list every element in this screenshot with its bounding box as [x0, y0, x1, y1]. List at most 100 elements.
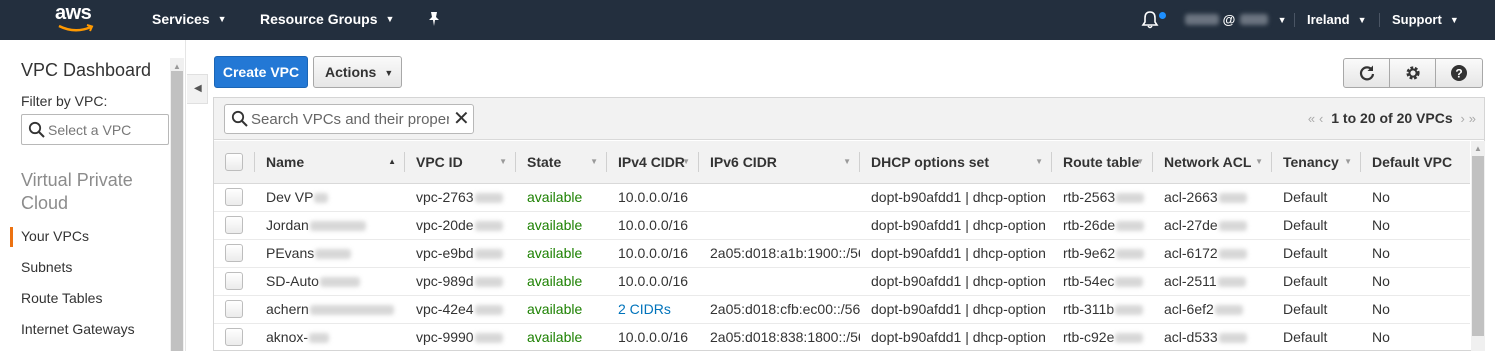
cell-name: aknox- — [255, 323, 405, 351]
cell-name: SD-Auto — [255, 267, 405, 296]
scroll-up-icon[interactable]: ▲ — [173, 62, 181, 71]
vpc-filter-select[interactable]: Select a VPC — [21, 114, 169, 145]
column-header-name[interactable]: Name ▲ — [255, 141, 405, 184]
vpc-name: Jordan — [266, 217, 309, 233]
sort-icon[interactable]: ▼ — [1255, 157, 1263, 166]
cell-tenancy: Default — [1272, 323, 1361, 351]
sort-icon[interactable]: ▼ — [843, 157, 851, 166]
cell-ipv6-cidr: 2a05:d018:cfb:ec00::/56 — [699, 295, 860, 324]
cell-network-acl: acl-2511 — [1153, 267, 1272, 296]
redacted-text — [474, 249, 503, 259]
settings-button[interactable] — [1390, 59, 1436, 87]
sidebar-item-route-tables[interactable]: Route Tables — [21, 290, 102, 306]
cell-default-vpc: No — [1361, 239, 1470, 268]
table-row[interactable]: PEvans vpc-e9bd available 10.0.0.0/16 2a… — [214, 239, 1470, 268]
grid-scroll-thumb[interactable] — [1472, 156, 1484, 336]
nav-divider — [1294, 13, 1295, 27]
column-header-dhcp-options[interactable]: DHCP options set ▼ — [860, 141, 1052, 184]
cell-dhcp-options: dopt-b90afdd1 | dhcp-option — [860, 211, 1052, 240]
cell-ipv4-cidr: 10.0.0.0/16 — [607, 211, 699, 240]
next-page-icon[interactable]: › — [1461, 111, 1465, 126]
pin-icon[interactable] — [427, 11, 441, 30]
sort-icon[interactable]: ▼ — [590, 157, 598, 166]
table-row[interactable]: SD-Auto vpc-989d available 10.0.0.0/16 d… — [214, 267, 1470, 296]
row-select-cell — [214, 295, 255, 324]
select-all-checkbox[interactable] — [225, 152, 243, 171]
bell-icon[interactable] — [1140, 10, 1160, 30]
region-label: Ireland — [1307, 12, 1350, 27]
prev-page-icon[interactable]: ‹ — [1319, 111, 1323, 126]
cell-ipv4-cidr: 10.0.0.0/16 — [607, 183, 699, 212]
grid-search-bar: Search VPCs and their propert ✕ « ‹ 1 to… — [214, 98, 1484, 140]
sort-ascending-icon[interactable]: ▲ — [388, 157, 396, 166]
first-page-icon[interactable]: « — [1308, 111, 1315, 126]
vpc-name: Dev VP — [266, 189, 314, 205]
sort-icon[interactable]: ▼ — [499, 157, 507, 166]
account-menu[interactable]: @ ▼ — [1184, 12, 1286, 27]
clear-search-icon[interactable]: ✕ — [453, 109, 470, 129]
sort-icon[interactable]: ▼ — [682, 157, 690, 166]
create-vpc-button[interactable]: Create VPC — [214, 56, 308, 88]
table-row[interactable]: Jordan vpc-20de available 10.0.0.0/16 do… — [214, 211, 1470, 240]
redacted-text — [1115, 333, 1144, 343]
region-menu[interactable]: Ireland ▼ — [1307, 12, 1367, 27]
column-header-ipv4-cidr[interactable]: IPv4 CIDR ▼ — [607, 141, 699, 184]
cell-default-vpc: No — [1361, 323, 1470, 351]
search-placeholder: Search VPCs and their propert — [251, 111, 449, 128]
column-header-vpc-id[interactable]: VPC ID ▼ — [405, 141, 516, 184]
row-checkbox[interactable] — [225, 272, 243, 291]
cell-ipv6-cidr — [699, 211, 860, 240]
sort-icon[interactable]: ▼ — [1035, 157, 1043, 166]
table-row[interactable]: Dev VP vpc-2763 available 10.0.0.0/16 do… — [214, 183, 1470, 212]
services-menu[interactable]: Services ▼ — [152, 11, 227, 27]
collapse-sidebar-button[interactable]: ◀ — [187, 74, 208, 104]
row-select-cell — [214, 183, 255, 212]
sidebar-item-internet-gateways[interactable]: Internet Gateways — [21, 321, 135, 337]
chevron-down-icon: ▼ — [1357, 15, 1367, 25]
column-label: Tenancy — [1283, 153, 1339, 170]
sidebar-scroll-thumb[interactable] — [171, 71, 183, 351]
last-page-icon[interactable]: » — [1469, 111, 1476, 126]
cell-state: available — [516, 239, 607, 268]
cell-ipv6-cidr: 2a05:d018:a1b:1900::/56 — [699, 239, 860, 268]
column-header-state[interactable]: State ▼ — [516, 141, 607, 184]
cell-ipv4-cidr-link[interactable]: 2 CIDRs — [607, 295, 699, 324]
redacted-text — [309, 333, 330, 343]
search-input[interactable]: Search VPCs and their propert ✕ — [224, 104, 474, 134]
redacted-text — [1115, 277, 1144, 287]
sort-icon[interactable]: ▼ — [1344, 157, 1352, 166]
resource-groups-menu[interactable]: Resource Groups ▼ — [260, 11, 394, 27]
scroll-up-icon[interactable]: ▲ — [1474, 144, 1482, 153]
row-checkbox[interactable] — [225, 244, 243, 263]
row-checkbox[interactable] — [225, 188, 243, 207]
support-menu[interactable]: Support ▼ — [1392, 12, 1459, 27]
row-select-cell — [214, 267, 255, 296]
network-acl-id: acl-2663 — [1164, 189, 1218, 205]
chevron-down-icon: ▼ — [1277, 15, 1287, 25]
sidebar-item-subnets[interactable]: Subnets — [21, 259, 72, 275]
vpc-filter-placeholder: Select a VPC — [48, 122, 132, 138]
aws-logo[interactable]: aws — [55, 2, 99, 36]
column-header-network-acl[interactable]: Network ACL ▼ — [1153, 141, 1272, 184]
redacted-text — [309, 221, 366, 231]
column-header-default-vpc[interactable]: Default VPC — [1361, 141, 1470, 184]
table-row[interactable]: achern vpc-42e4 available 2 CIDRs 2a05:d… — [214, 295, 1470, 324]
sidebar-item-your-vpcs[interactable]: Your VPCs — [21, 228, 89, 244]
cell-network-acl: acl-2663 — [1153, 183, 1272, 212]
column-header-tenancy[interactable]: Tenancy ▼ — [1272, 141, 1361, 184]
row-checkbox[interactable] — [225, 328, 243, 347]
refresh-button[interactable] — [1344, 59, 1390, 87]
chevron-left-icon: ◀ — [194, 83, 202, 94]
chevron-down-icon: ▼ — [217, 14, 227, 24]
column-header-ipv6-cidr[interactable]: IPv6 CIDR ▼ — [699, 141, 860, 184]
redacted-text — [315, 249, 352, 259]
row-checkbox[interactable] — [225, 300, 243, 319]
sort-icon[interactable]: ▼ — [1136, 157, 1144, 166]
actions-dropdown[interactable]: Actions ▼ — [313, 56, 402, 88]
grid-scrollbar[interactable]: ▲ — [1471, 141, 1485, 351]
vpc-dashboard-link[interactable]: VPC Dashboard — [21, 60, 151, 81]
column-header-route-table[interactable]: Route table ▼ — [1052, 141, 1153, 184]
row-checkbox[interactable] — [225, 216, 243, 235]
help-button[interactable]: ? — [1436, 59, 1482, 87]
table-row[interactable]: aknox- vpc-9990 available 10.0.0.0/16 2a… — [214, 323, 1470, 351]
